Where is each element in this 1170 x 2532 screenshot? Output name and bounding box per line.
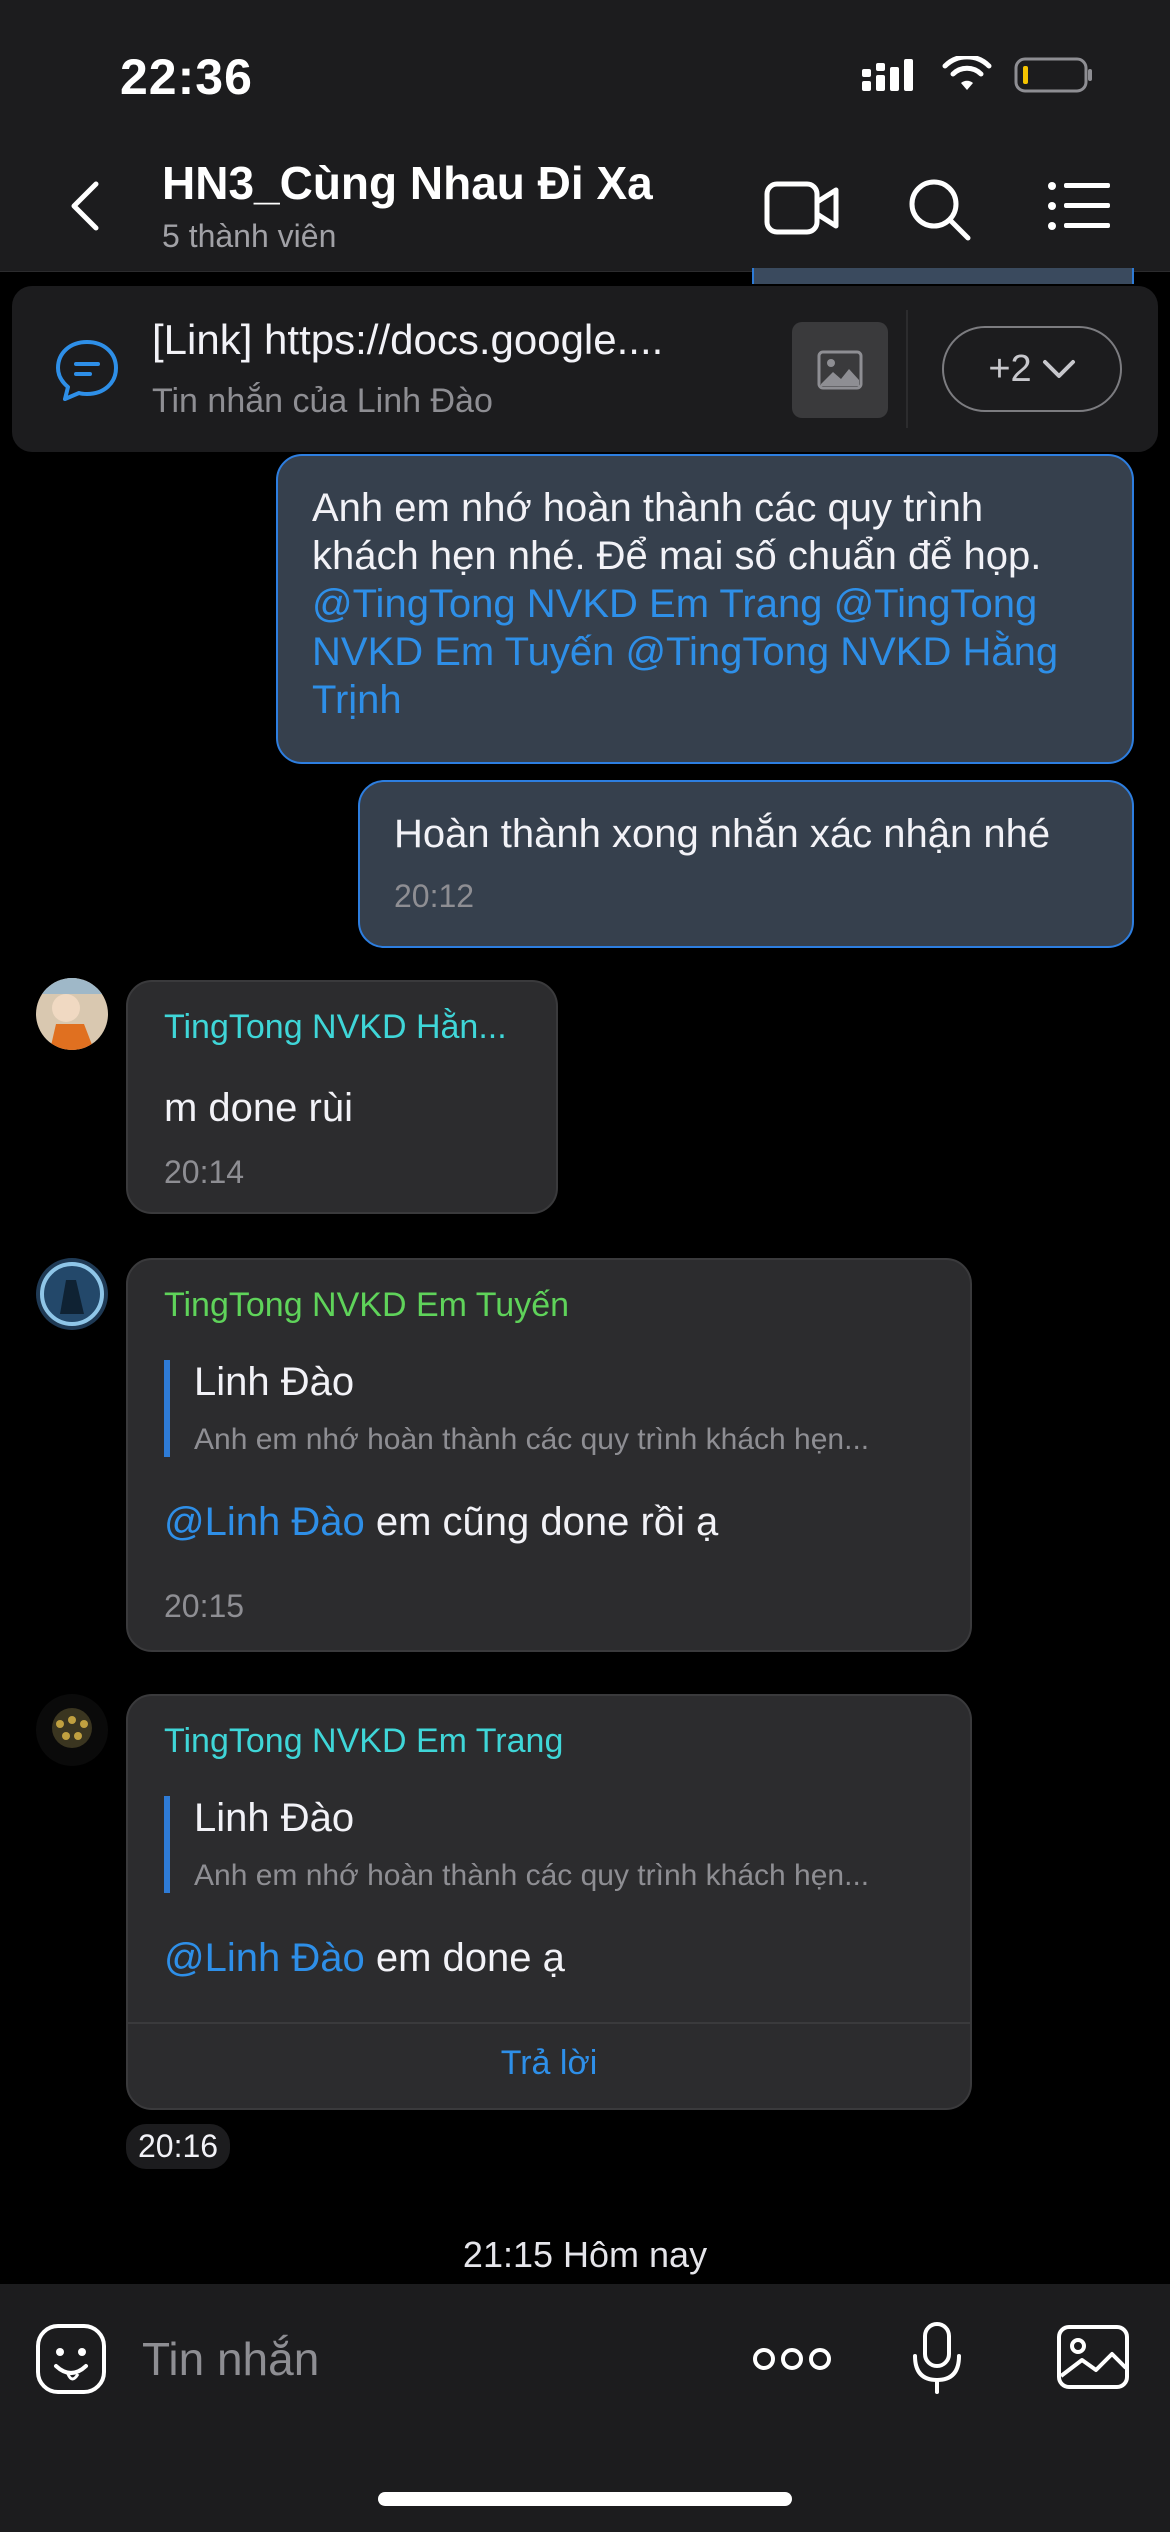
voice-button[interactable] bbox=[910, 2320, 964, 2401]
chat-header: HN3_Cùng Nhau Đi Xa 5 thành viên bbox=[0, 140, 1170, 272]
mention-link[interactable]: @TingTong NVKD Em Trang bbox=[312, 582, 822, 626]
chat-bubble-icon bbox=[52, 336, 122, 406]
wifi-icon bbox=[942, 56, 992, 90]
message-text: @Linh Đào em done ạ bbox=[164, 1936, 565, 1981]
quote-text: Anh em nhớ hoàn thành các quy trình khác… bbox=[194, 1423, 870, 1456]
signal-icon bbox=[862, 59, 913, 91]
sender-name[interactable]: TingTong NVKD Em Trang bbox=[164, 1722, 563, 1761]
message-text: @Linh Đào em cũng done rồi ạ bbox=[164, 1500, 718, 1545]
status-icons bbox=[860, 56, 1094, 94]
menu-button[interactable] bbox=[1046, 176, 1118, 240]
outgoing-message[interactable]: Anh em nhớ hoàn thành các quy trình khác… bbox=[276, 454, 1134, 764]
battery-icon bbox=[1014, 57, 1092, 93]
avatar[interactable] bbox=[36, 1258, 108, 1330]
image-icon bbox=[817, 350, 863, 390]
quote-author: Linh Đào bbox=[194, 1360, 355, 1404]
mention-link[interactable]: @Linh Đào bbox=[164, 1936, 365, 1980]
pinned-message-bar[interactable]: [Link] https://docs.google.... Tin nhắn … bbox=[12, 286, 1158, 452]
gallery-button[interactable] bbox=[1056, 2324, 1130, 2395]
pinned-divider bbox=[906, 310, 908, 428]
message-time: 20:15 bbox=[164, 1588, 245, 1624]
message-body: em cũng done rồi ạ bbox=[364, 1500, 719, 1544]
incoming-message[interactable]: TingTong NVKD Hằn... m done rùi 20:14 bbox=[126, 980, 558, 1214]
pinned-thumbnail bbox=[792, 322, 888, 418]
reply-button[interactable]: Trả lời bbox=[128, 2044, 970, 2083]
video-call-button[interactable] bbox=[764, 176, 839, 240]
member-count[interactable]: 5 thành viên bbox=[162, 218, 336, 255]
group-title[interactable]: HN3_Cùng Nhau Đi Xa bbox=[162, 156, 653, 210]
quoted-reply[interactable]: Linh Đào Anh em nhớ hoàn thành các quy t… bbox=[164, 1360, 924, 1457]
status-time: 22:36 bbox=[120, 49, 253, 105]
pinned-more-button[interactable]: +2 bbox=[942, 326, 1122, 412]
sender-name[interactable]: TingTong NVKD Hằn... bbox=[164, 1008, 507, 1047]
previous-message-peek bbox=[752, 268, 1134, 284]
search-button[interactable] bbox=[906, 176, 978, 241]
avatar[interactable] bbox=[36, 978, 108, 1050]
quote-text: Anh em nhớ hoàn thành các quy trình khác… bbox=[194, 1859, 870, 1892]
message-text: Hoàn thành xong nhắn xác nhận nhé bbox=[394, 812, 1051, 856]
message-time: 20:12 bbox=[394, 878, 475, 914]
more-dots-icon bbox=[753, 2348, 831, 2370]
chevron-left-icon bbox=[71, 181, 99, 231]
back-button[interactable] bbox=[56, 176, 116, 236]
message-input[interactable]: Tin nhắn bbox=[142, 2332, 319, 2386]
chevron-down-icon bbox=[1042, 360, 1075, 378]
pinned-more-count: +2 bbox=[988, 347, 1032, 390]
mention-link[interactable]: @Linh Đào bbox=[164, 1500, 365, 1544]
message-text: Anh em nhớ hoàn thành các quy trình khác… bbox=[312, 486, 1042, 578]
reply-divider bbox=[128, 2022, 970, 2024]
incoming-message[interactable]: TingTong NVKD Em Trang Linh Đào Anh em n… bbox=[126, 1694, 972, 2110]
message-body: em done ạ bbox=[364, 1936, 565, 1980]
image-icon bbox=[1057, 2325, 1129, 2389]
quote-author: Linh Đào bbox=[194, 1796, 355, 1840]
pinned-title: [Link] https://docs.google.... bbox=[152, 316, 664, 363]
message-time: 20:16 bbox=[126, 2124, 231, 2169]
message-time: 20:14 bbox=[164, 1154, 245, 1190]
more-options-button[interactable] bbox=[752, 2344, 832, 2379]
avatar[interactable] bbox=[36, 1694, 108, 1766]
sender-name[interactable]: TingTong NVKD Em Tuyến bbox=[164, 1286, 569, 1325]
quoted-reply[interactable]: Linh Đào Anh em nhớ hoàn thành các quy t… bbox=[164, 1796, 924, 1893]
list-menu-icon bbox=[1048, 182, 1110, 230]
incoming-message[interactable]: TingTong NVKD Em Tuyến Linh Đào Anh em n… bbox=[126, 1258, 972, 1652]
outgoing-message[interactable]: Hoàn thành xong nhắn xác nhận nhé 20:12 bbox=[358, 780, 1134, 948]
video-camera-icon bbox=[764, 181, 839, 235]
pinned-subtitle: Tin nhắn của Linh Đào bbox=[152, 382, 493, 420]
date-separator: 21:15 Hôm nay bbox=[462, 2234, 708, 2275]
message-text: m done rùi bbox=[164, 1086, 353, 1130]
microphone-icon bbox=[913, 2322, 961, 2394]
sticker-button[interactable] bbox=[34, 2322, 108, 2401]
home-indicator bbox=[378, 2492, 792, 2506]
status-bar: 22:36 bbox=[0, 0, 1170, 140]
sticker-icon bbox=[36, 2324, 106, 2394]
search-icon bbox=[909, 179, 971, 241]
